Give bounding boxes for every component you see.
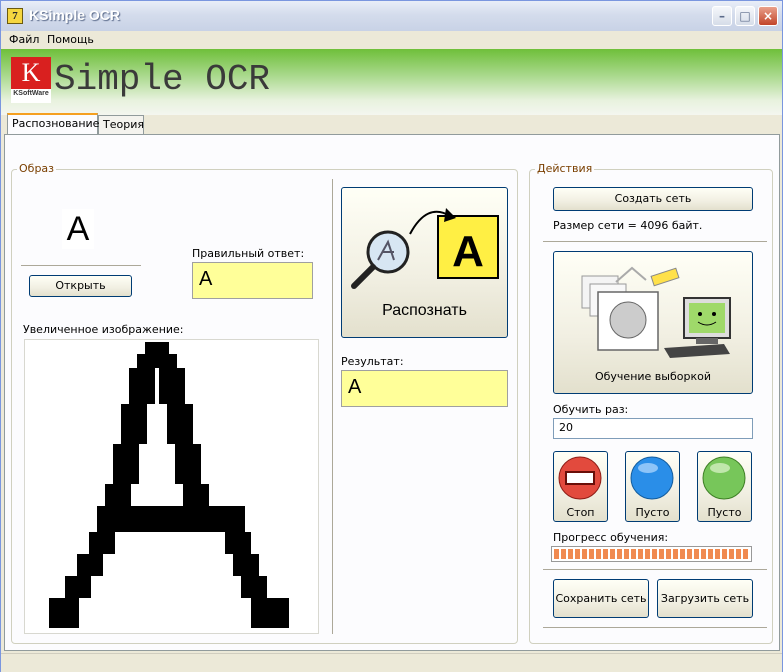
zoomed-image-label: Увеличенное изображение: — [23, 323, 184, 336]
zoomed-glyph — [49, 342, 289, 628]
image-group-title: Образ — [17, 162, 57, 175]
network-size-label: Размер сети = 4096 байт. — [553, 219, 703, 232]
load-network-button[interactable]: Загрузить сеть — [657, 579, 753, 618]
close-button[interactable]: × — [758, 6, 778, 26]
banner-title: Simple OCR — [54, 59, 271, 100]
divider — [543, 569, 767, 570]
vertical-divider — [332, 179, 333, 634]
train-count-input[interactable]: 20 — [553, 418, 753, 439]
divider — [543, 241, 767, 242]
app-icon: 7 — [7, 8, 23, 24]
stop-label: Стоп — [566, 506, 595, 519]
save-network-button[interactable]: Сохранить сеть — [553, 579, 649, 618]
tab-theory[interactable]: Теория — [98, 115, 144, 134]
tab-strip: Распознование Теория — [1, 113, 782, 135]
menu-bar: Файл Помощь — [1, 31, 782, 49]
training-icon — [581, 266, 731, 358]
empty-button-2[interactable]: Пусто — [697, 451, 752, 522]
stop-icon — [558, 456, 602, 500]
minimize-button[interactable]: – — [712, 6, 732, 26]
result-field: A — [341, 370, 508, 407]
correct-answer-label: Правильный ответ: — [192, 247, 305, 260]
ksoftware-logo: K KSoftWare — [11, 57, 51, 103]
recognize-button-label: Распознать — [382, 302, 467, 319]
progress-label: Прогресс обучения: — [553, 531, 669, 544]
training-progress-bar — [551, 546, 752, 562]
logo-text: KSoftWare — [13, 90, 49, 97]
result-label: Результат: — [341, 355, 404, 368]
correct-answer-field[interactable]: A — [192, 262, 313, 299]
svg-text:A: A — [452, 227, 484, 276]
divider — [543, 627, 767, 628]
blue-circle-icon — [630, 456, 674, 500]
progress-fill — [554, 549, 749, 559]
stop-button[interactable]: Стоп — [553, 451, 608, 522]
create-network-button[interactable]: Создать сеть — [553, 187, 753, 211]
banner: K KSoftWare Simple OCR — [1, 49, 782, 115]
empty-button-1[interactable]: Пусто — [625, 451, 680, 522]
app-window: 7 KSimple OCR – □ × Файл Помощь K KSoftW… — [0, 0, 783, 672]
train-sample-button[interactable]: Обучение выборкой — [553, 251, 753, 394]
magnifier-icon: A — [351, 208, 499, 289]
maximize-button[interactable]: □ — [735, 6, 755, 26]
menu-help[interactable]: Помощь — [47, 33, 94, 46]
empty-label-1: Пусто — [635, 506, 670, 519]
tab-panel: Образ A Открыть Правильный ответ: A Увел… — [4, 134, 780, 651]
zoomed-image — [24, 339, 319, 634]
logo-letter: K — [11, 57, 51, 89]
sample-image: A — [62, 209, 94, 249]
divider — [21, 265, 141, 266]
train-count-label: Обучить раз: — [553, 403, 629, 416]
open-button[interactable]: Открыть — [29, 275, 132, 297]
green-circle-icon — [702, 456, 746, 500]
tab-recognition[interactable]: Распознование — [7, 113, 99, 134]
actions-group-title: Действия — [535, 162, 595, 175]
window-title: KSimple OCR — [29, 7, 121, 23]
title-bar[interactable]: 7 KSimple OCR – □ × — [1, 1, 782, 32]
status-bar — [1, 653, 782, 672]
train-sample-label: Обучение выборкой — [594, 370, 711, 383]
menu-file[interactable]: Файл — [9, 33, 39, 46]
recognize-button[interactable]: A Распознать — [341, 187, 508, 338]
empty-label-2: Пусто — [707, 506, 742, 519]
